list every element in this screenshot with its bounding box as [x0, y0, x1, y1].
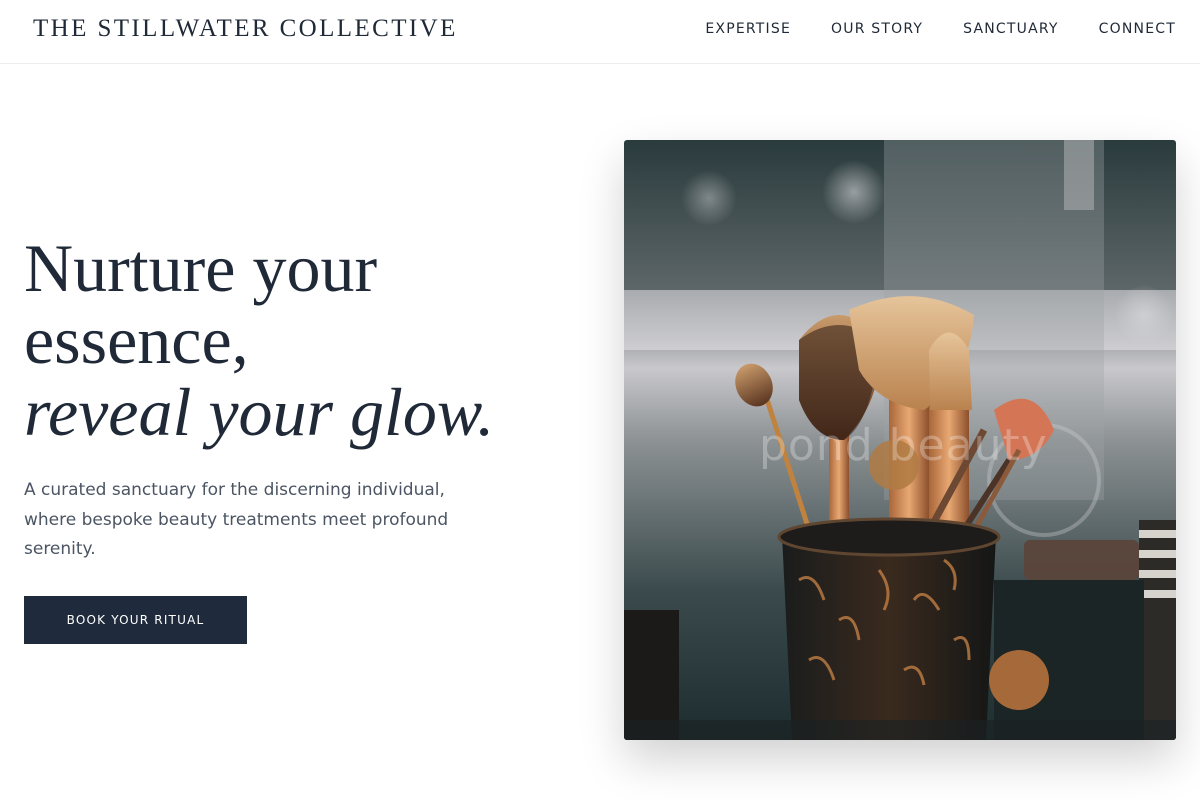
headline-line-2: essence, [24, 302, 249, 378]
nav-item-our-story[interactable]: OUR STORY [831, 21, 923, 37]
hero-image: pond beauty [624, 140, 1176, 740]
headline-line-3: reveal your glow. [24, 374, 495, 450]
hero-headline: Nurture your essence, reveal your glow. [24, 232, 584, 448]
brand-logo[interactable]: THE STILLWATER COLLECTIVE [33, 15, 458, 43]
nav-item-expertise[interactable]: EXPERTISE [705, 21, 791, 37]
main-nav: EXPERTISE OUR STORY SANCTUARY CONNECT [665, 21, 1176, 37]
nav-item-connect[interactable]: CONNECT [1099, 21, 1176, 37]
nav-item-sanctuary[interactable]: SANCTUARY [963, 21, 1059, 37]
image-watermark: pond beauty [759, 420, 1048, 471]
book-ritual-button[interactable]: BOOK YOUR RITUAL [24, 596, 247, 644]
headline-line-1: Nurture your [24, 230, 378, 306]
hero-description: A curated sanctuary for the discerning i… [24, 480, 449, 559]
site-header: THE STILLWATER COLLECTIVE EXPERTISE OUR … [0, 0, 1200, 64]
